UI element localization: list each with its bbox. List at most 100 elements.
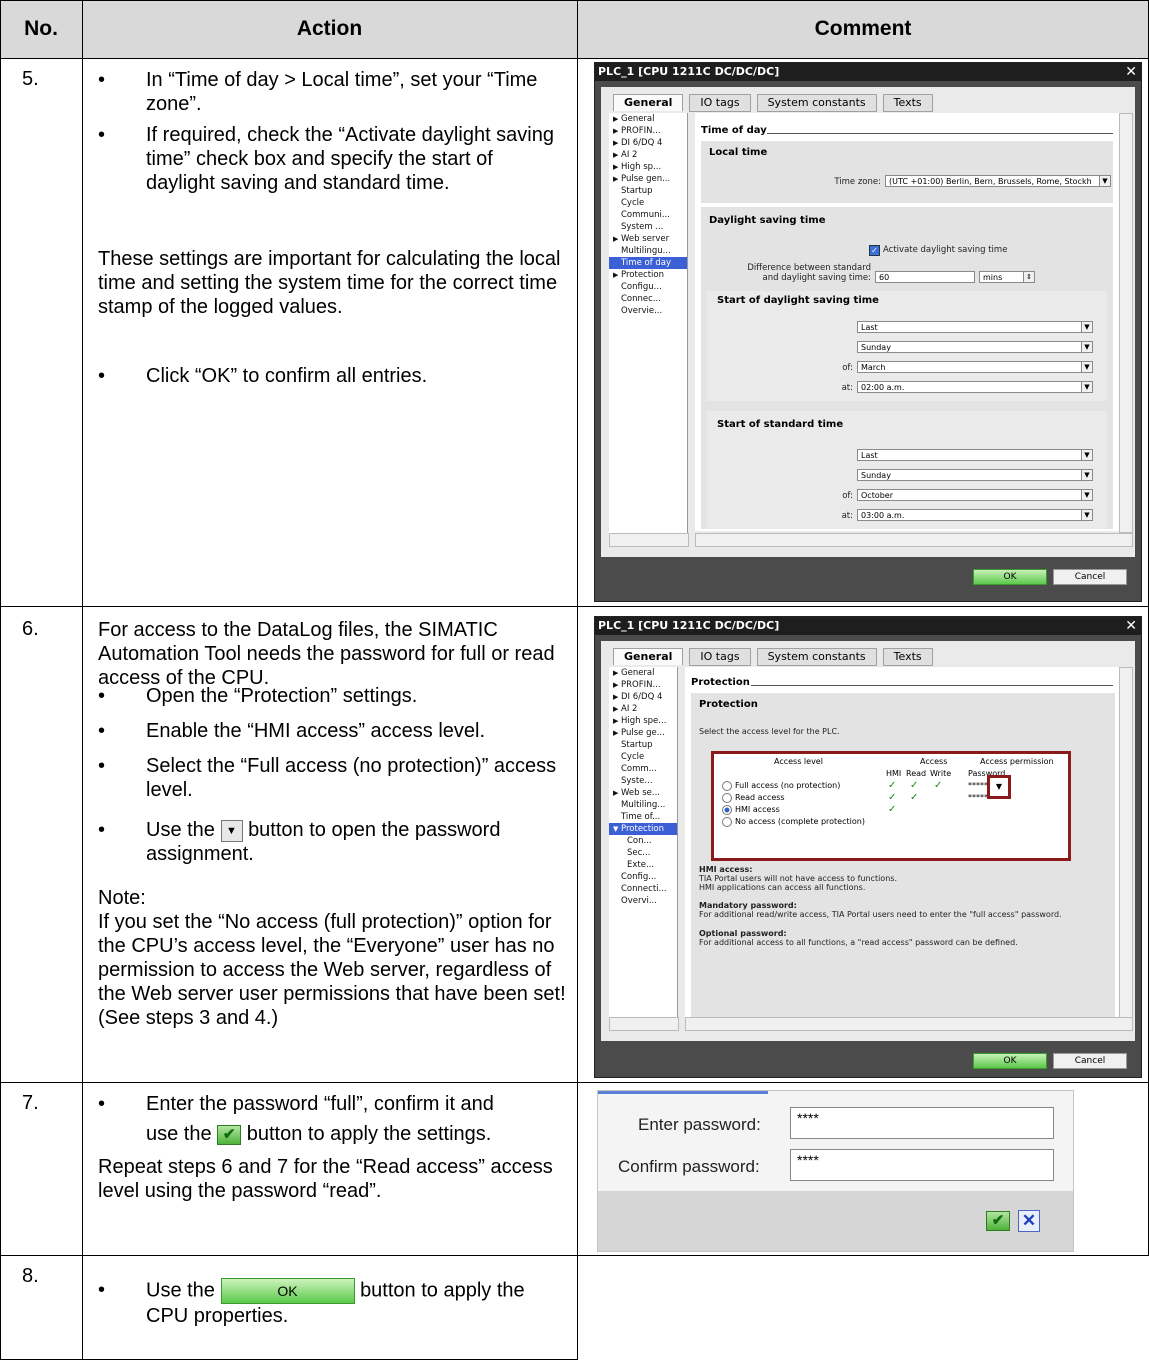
at-label: at: (841, 383, 853, 393)
nav-item[interactable]: System ... (609, 221, 687, 233)
step-number: 8. (22, 1265, 39, 1287)
time-zone-select[interactable]: (UTC +01:00) Berlin, Bern, Brussels, Rom… (885, 175, 1111, 187)
nav-item[interactable]: Syste... (609, 775, 677, 787)
nav-item[interactable]: ▶ AI 2 (609, 149, 687, 161)
use-the-text: use the (146, 1123, 212, 1145)
cancel-x-icon[interactable]: ✕ (1018, 1210, 1040, 1232)
property-nav: ▶ General ▶ PROFIN... ▶ DI 6/DQ 4 ▶ AI 2 ▶ Hi… (609, 667, 678, 1025)
nav-item[interactable]: ▶ Pulse gen... (609, 173, 687, 185)
tab-general[interactable]: General (613, 648, 684, 665)
nav-item[interactable]: Multiling... (609, 799, 677, 811)
info-line: HMI applications can access all function… (699, 883, 866, 892)
nav-item[interactable]: ▶ Web se... (609, 787, 677, 799)
at-label: at: (841, 511, 853, 521)
close-icon[interactable]: ✕ (1125, 617, 1137, 635)
enter-password-field[interactable]: **** (790, 1107, 1054, 1139)
nav-item[interactable]: ▶ High sp... (609, 161, 687, 173)
password-action-bar: ✔ ✕ (598, 1191, 1073, 1251)
tab-io-tags[interactable]: IO tags (689, 648, 751, 666)
tab-bar: General IO tags System constants Texts (613, 648, 933, 666)
dst-time-select[interactable]: 02:00 a.m. ▼ (857, 381, 1093, 393)
nav-item-selected[interactable]: Time of day (609, 257, 687, 269)
nav-item[interactable]: Comm... (609, 763, 677, 775)
tab-io-tags[interactable]: IO tags (689, 94, 751, 112)
nav-horizontal-scrollbar[interactable] (609, 533, 689, 547)
std-time-select[interactable]: 03:00 a.m. ▼ (857, 509, 1093, 521)
vertical-scrollbar[interactable] (1119, 113, 1133, 533)
diff-unit-stepper[interactable]: mins ⇕ (979, 271, 1035, 283)
diff-input[interactable]: 60 (875, 271, 975, 283)
nav-item[interactable]: Exte... (609, 859, 677, 871)
nav-item[interactable]: ▶ Pulse ge... (609, 727, 677, 739)
nav-item[interactable]: Connecti... (609, 883, 677, 895)
password-dialog: Enter password: **** Confirm password: *… (597, 1090, 1074, 1252)
nav-item-selected[interactable]: ▼ Protection (609, 823, 677, 835)
access-row-full[interactable]: Full access (no protection) ✓ ✓ ✓ ******** (714, 780, 1068, 791)
ok-button[interactable]: OK (973, 1053, 1047, 1069)
nav-item[interactable]: Overvi... (609, 895, 677, 907)
nav-item[interactable]: ▶ DI 6/DQ 4 (609, 137, 687, 149)
nav-item[interactable]: ▶ DI 6/DQ 4 (609, 691, 677, 703)
nav-item[interactable]: Connec... (609, 293, 687, 305)
nav-item[interactable]: Configu... (609, 281, 687, 293)
dst-week-select[interactable]: Last ▼ (857, 321, 1093, 333)
access-row-none[interactable]: No access (complete protection) (714, 816, 1068, 827)
cancel-button[interactable]: Cancel (1053, 569, 1127, 585)
nav-item[interactable]: ▶ General (609, 667, 677, 679)
start-dst-title: Start of daylight saving time (717, 295, 879, 306)
step6-bullet-3: Select the “Full access (no protection)”… (98, 754, 566, 802)
nav-item[interactable]: Time of... (609, 811, 677, 823)
step7-bullet: Enter the password “full”, confirm it an… (98, 1092, 566, 1146)
dialog-title: PLC_1 [CPU 1211C DC/DC/DC] (595, 63, 1141, 81)
std-day-select[interactable]: Sunday ▼ (857, 469, 1093, 481)
tab-system-constants[interactable]: System constants (756, 94, 877, 112)
std-week-select[interactable]: Last ▼ (857, 449, 1093, 461)
checkbox-icon[interactable]: ✓ (869, 245, 880, 256)
header-no: No. (0, 0, 82, 58)
note-label: Note: (98, 887, 146, 909)
nav-item[interactable]: Cycle (609, 197, 687, 209)
dialog-body: General IO tags System constants Texts ▶… (601, 641, 1135, 1041)
info-line: For additional access to all functions, … (699, 938, 1018, 947)
nav-item[interactable]: Con... (609, 835, 677, 847)
step5-bullet-1: In “Time of day > Local time”, set your … (98, 68, 566, 116)
dst-month-select[interactable]: March ▼ (857, 361, 1093, 373)
nav-item[interactable]: ▶ PROFIN... (609, 679, 677, 691)
settings-pane: Time of day Local time Time zone: (UTC +… (695, 113, 1119, 531)
nav-item[interactable]: Overvie... (609, 305, 687, 317)
nav-item[interactable]: ▶ Protection (609, 269, 687, 281)
nav-item[interactable]: Communi... (609, 209, 687, 221)
nav-item[interactable]: Config... (609, 871, 677, 883)
tab-texts[interactable]: Texts (882, 648, 933, 666)
horizontal-scrollbar[interactable] (695, 533, 1133, 547)
tab-general[interactable]: General (613, 94, 684, 111)
nav-item[interactable]: ▶ General (609, 113, 687, 125)
nav-item[interactable]: ▶ PROFIN... (609, 125, 687, 137)
dropdown-arrow-icon: ▼ (220, 819, 243, 842)
nav-item[interactable]: Startup (609, 739, 677, 751)
tab-system-constants[interactable]: System constants (756, 648, 877, 666)
dst-day-select[interactable]: Sunday ▼ (857, 341, 1093, 353)
nav-item[interactable]: Startup (609, 185, 687, 197)
vertical-scrollbar[interactable] (1119, 667, 1133, 1019)
close-icon[interactable]: ✕ (1125, 63, 1137, 81)
std-month-select[interactable]: October ▼ (857, 489, 1093, 501)
confirm-password-label: Confirm password: (618, 1157, 760, 1176)
nav-item[interactable]: ▶ High spe... (609, 715, 677, 727)
access-row-hmi[interactable]: HMI access ✓ (714, 804, 1068, 815)
confirm-password-field[interactable]: **** (790, 1149, 1054, 1181)
tab-texts[interactable]: Texts (882, 94, 933, 112)
tab-bar: General IO tags System constants Texts (613, 94, 933, 112)
nav-item[interactable]: Cycle (609, 751, 677, 763)
horizontal-scrollbar[interactable] (685, 1017, 1133, 1031)
nav-item[interactable]: ▶ Web server (609, 233, 687, 245)
access-row-read[interactable]: Read access ✓ ✓ ******** (714, 792, 1068, 803)
nav-item[interactable]: ▶ AI 2 (609, 703, 677, 715)
nav-horizontal-scrollbar[interactable] (609, 1017, 679, 1031)
confirm-check-icon[interactable]: ✔ (986, 1211, 1010, 1231)
cancel-button[interactable]: Cancel (1053, 1053, 1127, 1069)
ok-button[interactable]: OK (973, 569, 1047, 585)
password-dropdown-button[interactable]: ▼ (987, 775, 1011, 799)
nav-item[interactable]: Multilingu... (609, 245, 687, 257)
nav-item[interactable]: Sec... (609, 847, 677, 859)
